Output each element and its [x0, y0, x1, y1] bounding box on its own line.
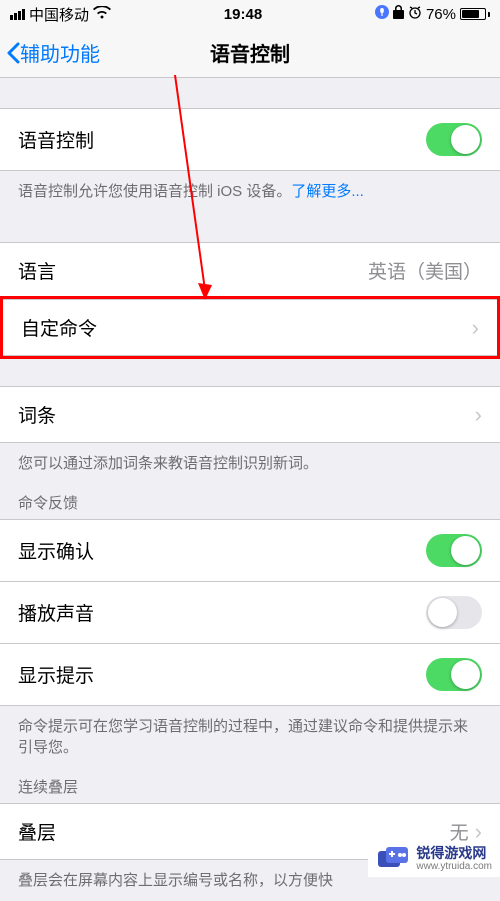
feedback-header: 命令反馈 — [0, 484, 500, 519]
alarm-icon — [408, 5, 422, 23]
overlay-label: 叠层 — [18, 818, 56, 845]
show-confirm-switch[interactable] — [426, 534, 482, 567]
vocabulary-desc: 您可以通过添加词条来教语音控制识别新词。 — [0, 443, 500, 484]
watermark-title: 锐得游戏网 — [416, 846, 492, 861]
voice-control-label: 语音控制 — [18, 126, 94, 153]
status-bar: 中国移动 19:48 76% — [0, 0, 500, 28]
voice-control-switch[interactable] — [426, 123, 482, 156]
status-time: 19:48 — [224, 6, 262, 23]
highlight-annotation: 自定命令 › — [0, 296, 500, 359]
watermark-url: www.ytruida.com — [416, 861, 492, 872]
status-right: 76% — [375, 5, 490, 23]
back-label: 辅助功能 — [20, 38, 100, 67]
vocabulary-label: 词条 — [18, 401, 56, 428]
back-button[interactable]: 辅助功能 — [6, 38, 100, 67]
show-hints-row[interactable]: 显示提示 — [0, 644, 500, 706]
voice-indicator-icon — [375, 5, 389, 23]
overlay-header: 连续叠层 — [0, 768, 500, 803]
signal-icon — [10, 9, 25, 20]
watermark: 锐得游戏网 www.ytruida.com — [368, 841, 500, 877]
custom-commands-label: 自定命令 — [21, 314, 97, 341]
page-title: 语音控制 — [210, 38, 290, 67]
voice-control-row[interactable]: 语音控制 — [0, 108, 500, 171]
play-sound-label: 播放声音 — [18, 599, 94, 626]
watermark-logo-icon — [376, 845, 410, 873]
show-confirm-label: 显示确认 — [18, 537, 94, 564]
show-hints-switch[interactable] — [426, 658, 482, 691]
show-hints-desc: 命令提示可在您学习语音控制的过程中，通过建议命令和提供提示来引导您。 — [0, 706, 500, 768]
battery-pct: 76% — [426, 6, 456, 23]
chevron-left-icon — [6, 42, 20, 64]
chevron-right-icon: › — [475, 402, 482, 428]
voice-control-desc: 语音控制允许您使用语音控制 iOS 设备。了解更多... — [0, 171, 500, 212]
custom-commands-row[interactable]: 自定命令 › — [3, 299, 497, 356]
chevron-right-icon: › — [472, 315, 479, 341]
carrier-label: 中国移动 — [29, 4, 89, 25]
lock-icon — [393, 5, 404, 23]
play-sound-switch[interactable] — [426, 596, 482, 629]
status-left: 中国移动 — [10, 4, 111, 25]
wifi-icon — [93, 6, 111, 23]
vocabulary-row[interactable]: 词条 › — [0, 386, 500, 443]
show-hints-label: 显示提示 — [18, 661, 94, 688]
show-confirm-row[interactable]: 显示确认 — [0, 519, 500, 582]
language-value: 英语（美国） — [368, 257, 482, 284]
language-row[interactable]: 语言 英语（美国） — [0, 242, 500, 299]
learn-more-link[interactable]: 了解更多... — [291, 183, 364, 200]
language-label: 语言 — [18, 257, 56, 284]
nav-bar: 辅助功能 语音控制 — [0, 28, 500, 78]
play-sound-row[interactable]: 播放声音 — [0, 582, 500, 644]
battery-icon — [460, 8, 490, 20]
